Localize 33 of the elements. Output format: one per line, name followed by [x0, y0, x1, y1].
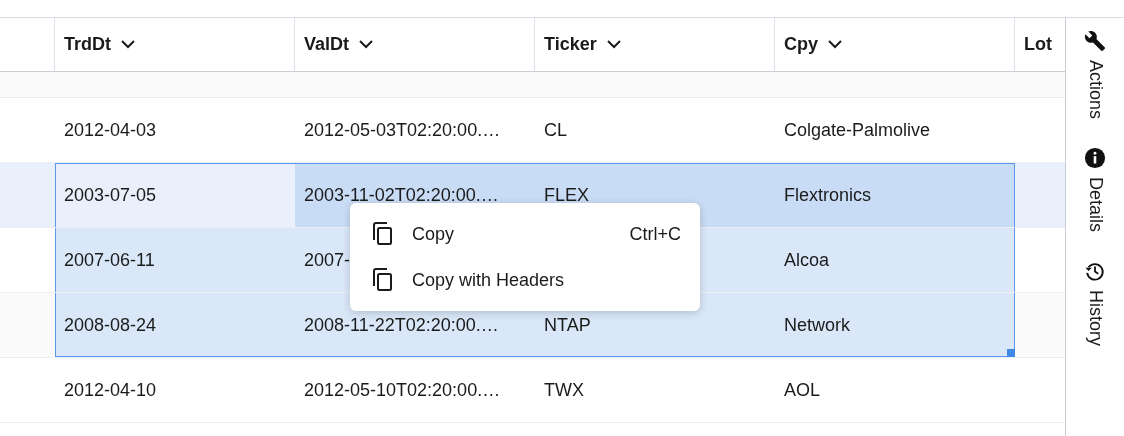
table-cell-text: 2012-05-03T02:20:00.…	[303, 118, 502, 142]
history-icon	[1084, 260, 1106, 283]
chevron-down-icon	[359, 40, 374, 49]
side-tab[interactable]: History	[1084, 260, 1106, 347]
fill-handle[interactable]	[1007, 349, 1015, 357]
chevron-down-icon	[828, 40, 842, 49]
wrench-icon	[1084, 30, 1106, 52]
side-tab[interactable]: Details	[1084, 147, 1106, 233]
table-cell: 2008-08-24	[55, 293, 295, 357]
table-cell-text: 2012-04-10	[63, 378, 158, 402]
table-cell-text: CL	[543, 118, 568, 142]
table-cell: Network	[775, 293, 1015, 357]
table-cell-text: TWX	[543, 378, 585, 402]
info-icon	[1084, 147, 1106, 170]
column-header[interactable]: Cpy	[775, 18, 1015, 71]
table-cell-text: 2012-05-10T02:20:00.…	[303, 378, 502, 402]
table-row[interactable]: 2008-08-24 2008-11-22T02:20:00.… NTAP Network	[0, 293, 1066, 358]
table-cell-text: Colgate-Palmolive	[783, 118, 932, 142]
side-tab[interactable]: Actions	[1084, 30, 1106, 120]
copy-icon	[372, 222, 394, 246]
column-header[interactable]: Ticker	[535, 18, 775, 71]
table-cell-text: AOL	[783, 378, 822, 402]
table-cell: 2003-07-05	[55, 163, 295, 227]
table-cell-text: 2012-04-03	[63, 118, 158, 142]
chevron-down-icon	[121, 40, 135, 49]
table-cell: 2007-06-11	[55, 228, 295, 292]
column-header[interactable]: TrdDt	[55, 18, 295, 71]
table-cell: Flextronics	[775, 163, 1015, 227]
table-cell: Alcoa	[775, 228, 1015, 292]
column-header[interactable]: ValDt	[295, 18, 535, 71]
copy-icon	[372, 268, 394, 292]
column-header[interactable]: Lot	[1015, 18, 1066, 71]
chevron-down-icon	[606, 40, 621, 49]
